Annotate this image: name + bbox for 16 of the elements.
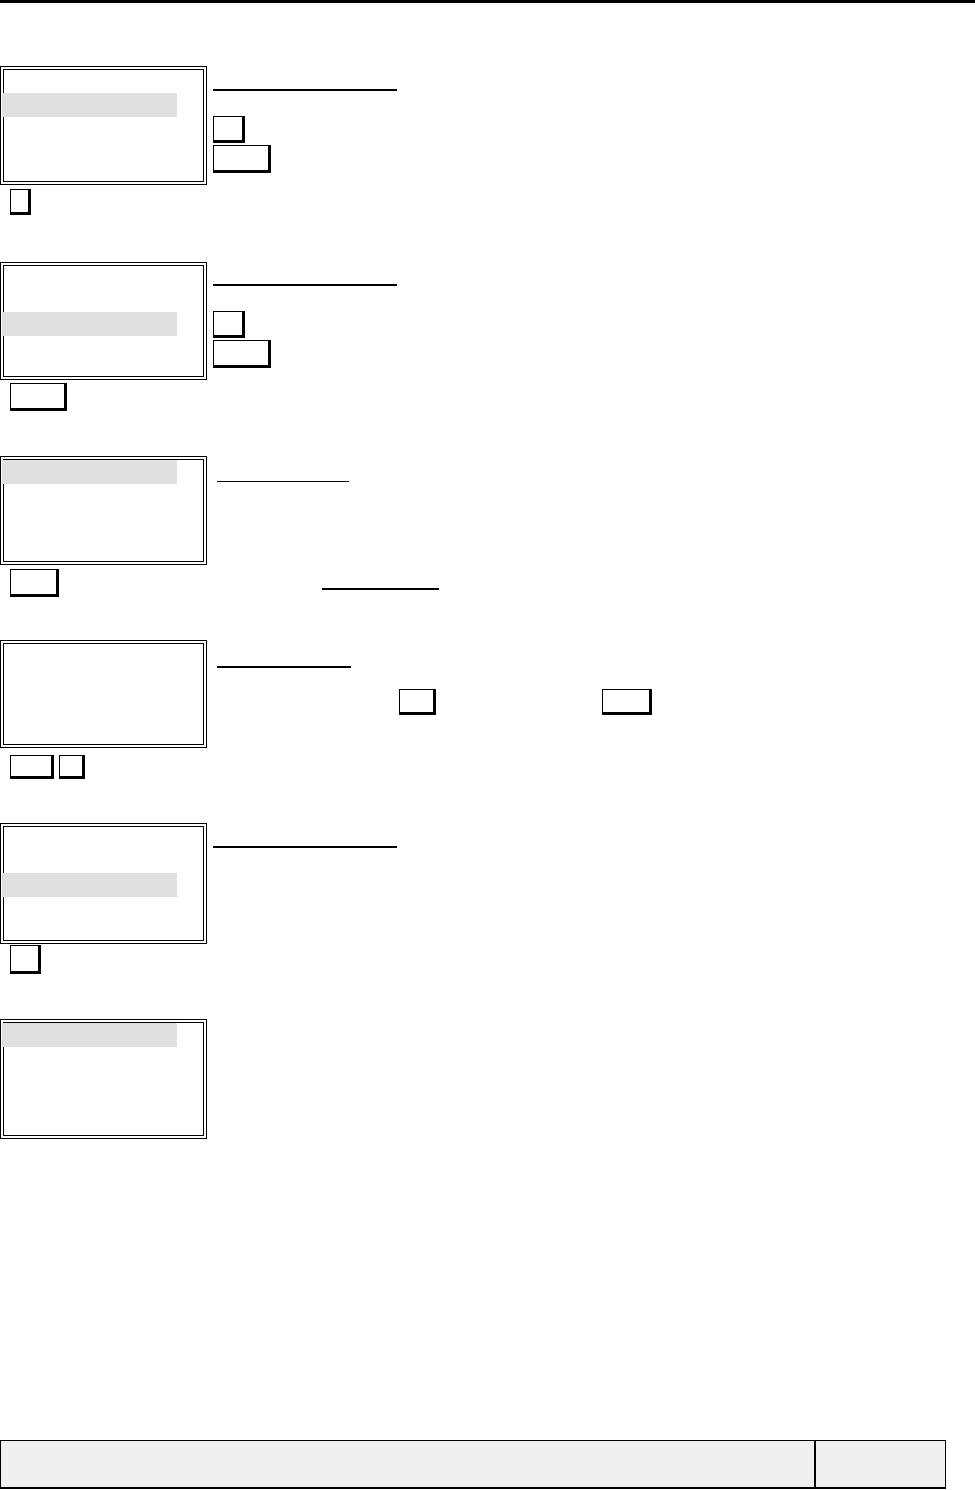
key-icon xyxy=(10,383,67,411)
highlighted-row[interactable] xyxy=(2,312,177,336)
highlighted-row[interactable] xyxy=(2,460,177,484)
key-icon xyxy=(602,689,652,715)
highlighted-row[interactable] xyxy=(2,1023,177,1047)
key-icon xyxy=(213,145,271,173)
key-icon xyxy=(213,116,245,143)
highlighted-row[interactable] xyxy=(2,93,177,117)
highlighted-row[interactable] xyxy=(2,873,177,897)
key-icon xyxy=(10,569,59,597)
key-icon xyxy=(213,340,271,368)
key-icon xyxy=(10,755,54,779)
key-icon xyxy=(59,755,85,779)
key-icon xyxy=(399,689,436,715)
key-icon xyxy=(10,189,31,215)
key-icon xyxy=(213,311,245,338)
